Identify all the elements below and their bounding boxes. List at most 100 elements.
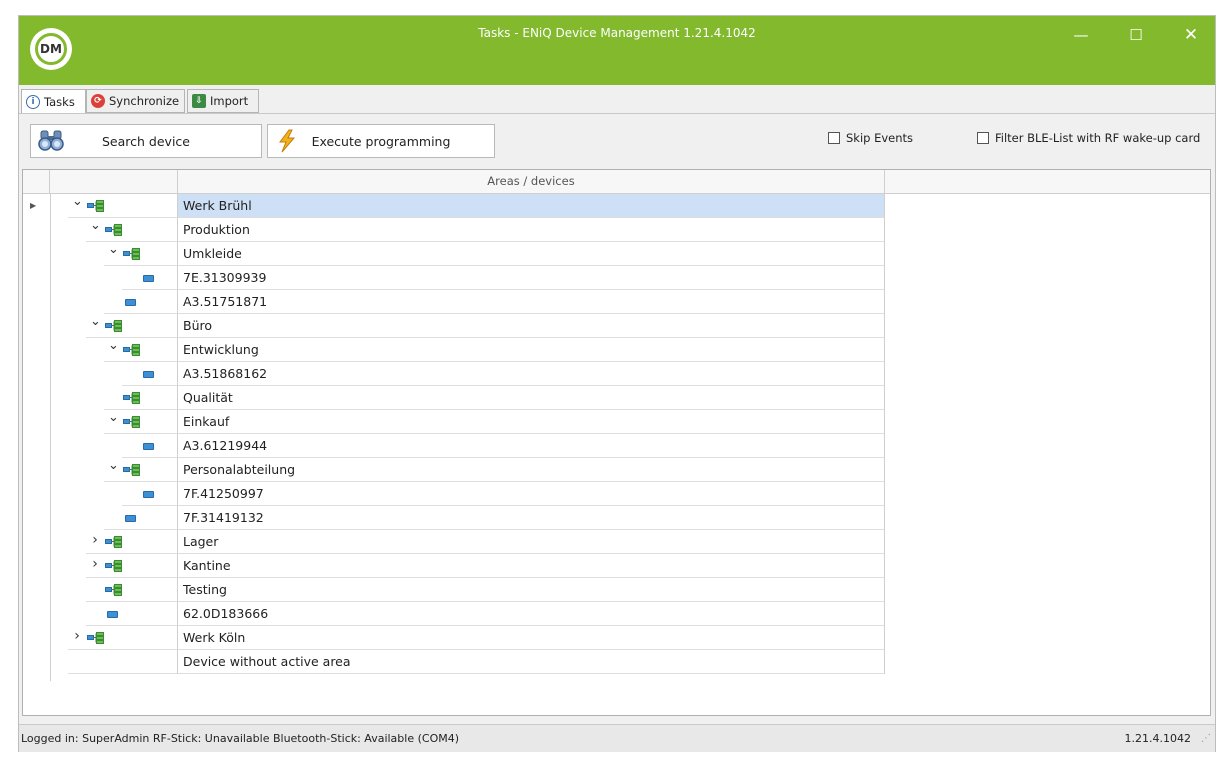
tree-row[interactable]: ⌄ Büro	[23, 314, 1210, 338]
search-device-label: Search device	[102, 133, 190, 149]
collapse-chevron-icon[interactable]: ⌄	[90, 219, 101, 232]
title-bar[interactable]: DM Tasks - ENiQ Device Management 1.21.4…	[19, 16, 1215, 85]
skip-events-checkbox[interactable]: Skip Events	[828, 131, 913, 145]
tree-row[interactable]: Device without active area	[23, 650, 1210, 674]
area-name[interactable]: Produktion	[178, 218, 885, 242]
filter-ble-label: Filter BLE-List with RF wake-up card	[995, 131, 1201, 145]
tree-cell[interactable]: ⌄	[86, 314, 178, 338]
window-title: Tasks - ENiQ Device Management 1.21.4.10…	[478, 26, 756, 40]
tree-row[interactable]: 7E.31309939	[23, 266, 1210, 290]
grid-header: Areas / devices	[23, 170, 1210, 194]
tree-cell[interactable]: ⌄	[104, 410, 178, 434]
area-name[interactable]: Testing	[178, 578, 885, 602]
tree-cell[interactable]	[68, 650, 178, 674]
tree-cell[interactable]: ⌄	[68, 194, 178, 218]
area-name[interactable]: Lager	[178, 530, 885, 554]
tree-cell[interactable]: ›	[68, 626, 178, 650]
indicator-column-header	[23, 170, 50, 193]
area-name[interactable]: Umkleide	[178, 242, 885, 266]
areas-devices-column-header[interactable]: Areas / devices	[178, 170, 885, 193]
device-name[interactable]: 7F.31419132	[178, 506, 885, 530]
expand-chevron-icon[interactable]: ›	[90, 533, 100, 547]
expand-chevron-icon[interactable]: ›	[72, 629, 82, 643]
tree-cell[interactable]: ⌄	[86, 218, 178, 242]
area-icon	[123, 416, 140, 431]
tree-row[interactable]: Testing	[23, 578, 1210, 602]
tree-row[interactable]: A3.51868162	[23, 362, 1210, 386]
tree-row[interactable]: ⌄ Personalabteilung	[23, 458, 1210, 482]
device-icon	[143, 491, 154, 498]
area-icon	[123, 392, 140, 407]
tree-row[interactable]: A3.61219944	[23, 434, 1210, 458]
tree-cell[interactable]	[104, 290, 178, 314]
skip-events-box[interactable]	[828, 132, 840, 144]
area-icon	[105, 584, 122, 599]
tree-cell[interactable]	[122, 482, 178, 506]
device-name[interactable]: A3.51751871	[178, 290, 885, 314]
area-name[interactable]: Büro	[178, 314, 885, 338]
tree-row[interactable]: A3.51751871	[23, 290, 1210, 314]
area-name[interactable]: Kantine	[178, 554, 885, 578]
device-name[interactable]: 7E.31309939	[178, 266, 885, 290]
tree-row[interactable]: 7F.41250997	[23, 482, 1210, 506]
resize-grip-icon[interactable]: ⋰	[1201, 725, 1211, 752]
area-name[interactable]: Einkauf	[178, 410, 885, 434]
tree-row[interactable]: 62.0D183666	[23, 602, 1210, 626]
maximize-button[interactable]: ☐	[1121, 24, 1151, 46]
area-icon	[105, 536, 122, 551]
tree-column-header[interactable]	[50, 170, 178, 193]
tree-cell[interactable]	[122, 362, 178, 386]
tree-cell[interactable]: ›	[86, 530, 178, 554]
area-icon	[87, 632, 104, 647]
tree-row[interactable]: › Kantine	[23, 554, 1210, 578]
tab-import[interactable]: ⇩ Import	[187, 89, 259, 113]
tree-cell[interactable]: ⌄	[104, 242, 178, 266]
tree-row[interactable]: ▶ ⌄ Werk Brühl	[23, 194, 1210, 218]
tree-cell[interactable]	[104, 386, 178, 410]
collapse-chevron-icon[interactable]: ⌄	[108, 339, 119, 352]
tree-cell[interactable]	[86, 578, 178, 602]
tree-cell[interactable]: ⌄	[104, 458, 178, 482]
close-button[interactable]: ✕	[1176, 24, 1206, 46]
tree-row[interactable]: 7F.31419132	[23, 506, 1210, 530]
minimize-button[interactable]: —	[1066, 24, 1096, 46]
tree-cell[interactable]	[122, 266, 178, 290]
collapse-chevron-icon[interactable]: ⌄	[90, 315, 101, 328]
status-bar: Logged in: SuperAdmin RF-Stick: Unavaila…	[19, 724, 1215, 752]
tree-cell[interactable]	[86, 602, 178, 626]
tab-tasks[interactable]: i Tasks	[21, 89, 86, 114]
tree-row[interactable]: › Werk Köln	[23, 626, 1210, 650]
tree-cell[interactable]: ⌄	[104, 338, 178, 362]
expand-chevron-icon[interactable]: ›	[90, 557, 100, 571]
areas-devices-tree-grid[interactable]: Areas / devices ▶ ⌄ Werk Brühl ⌄ Produktion ⌄…	[22, 169, 1211, 716]
tree-row[interactable]: ⌄ Einkauf	[23, 410, 1210, 434]
execute-programming-button[interactable]: Execute programming	[267, 124, 495, 158]
area-name[interactable]: Werk Köln	[178, 626, 885, 650]
collapse-chevron-icon[interactable]: ⌄	[108, 411, 119, 424]
device-name[interactable]: A3.51868162	[178, 362, 885, 386]
area-name[interactable]: Qualität	[178, 386, 885, 410]
area-icon	[105, 224, 122, 239]
tree-row[interactable]: ⌄ Entwicklung	[23, 338, 1210, 362]
filter-ble-checkbox[interactable]: Filter BLE-List with RF wake-up card	[977, 131, 1200, 145]
area-name[interactable]: Entwicklung	[178, 338, 885, 362]
device-name[interactable]: 7F.41250997	[178, 482, 885, 506]
filter-ble-box[interactable]	[977, 132, 989, 144]
collapse-chevron-icon[interactable]: ⌄	[108, 243, 119, 256]
collapse-chevron-icon[interactable]: ⌄	[108, 459, 119, 472]
area-name[interactable]: Personalabteilung	[178, 458, 885, 482]
tree-row[interactable]: ⌄ Produktion	[23, 218, 1210, 242]
tree-row[interactable]: Qualität	[23, 386, 1210, 410]
device-name[interactable]: A3.61219944	[178, 434, 885, 458]
tree-row[interactable]: ⌄ Umkleide	[23, 242, 1210, 266]
collapse-chevron-icon[interactable]: ⌄	[72, 195, 83, 208]
tree-cell[interactable]: ›	[86, 554, 178, 578]
tab-synchronize[interactable]: ⟳ Synchronize	[86, 89, 185, 113]
tree-cell[interactable]	[122, 434, 178, 458]
tree-row[interactable]: › Lager	[23, 530, 1210, 554]
search-device-button[interactable]: Search device	[30, 124, 262, 158]
area-name[interactable]: Device without active area	[178, 650, 885, 674]
device-name[interactable]: 62.0D183666	[178, 602, 885, 626]
tree-cell[interactable]	[104, 506, 178, 530]
area-name[interactable]: Werk Brühl	[178, 194, 885, 218]
